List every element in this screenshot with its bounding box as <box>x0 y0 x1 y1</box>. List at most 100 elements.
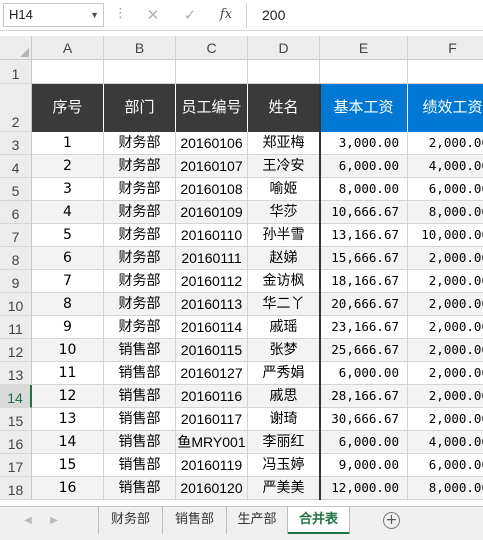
grid-cell[interactable] <box>248 60 320 84</box>
table-cell[interactable]: 财务部 <box>104 178 176 201</box>
table-cell[interactable]: 20160107 <box>176 155 248 178</box>
table-cell[interactable]: 财务部 <box>104 201 176 224</box>
table-cell[interactable]: 财务部 <box>104 293 176 316</box>
table-cell[interactable]: 15,666.67 <box>320 247 408 270</box>
grid-cell[interactable] <box>320 60 408 84</box>
table-cell[interactable]: 6,000.00 <box>320 431 408 454</box>
table-cell[interactable]: 13,166.67 <box>320 224 408 247</box>
table-cell[interactable]: 9,000.00 <box>320 454 408 477</box>
table-cell[interactable]: 赵娣 <box>248 247 320 270</box>
table-cell[interactable]: 28,166.67 <box>320 385 408 408</box>
table-cell[interactable]: 销售部 <box>104 362 176 385</box>
table-cell[interactable]: 20160113 <box>176 293 248 316</box>
row-header[interactable]: 17 <box>0 454 32 477</box>
table-cell[interactable]: 2,000.00 <box>408 339 483 362</box>
column-header-b[interactable]: B <box>104 36 176 60</box>
table-cell[interactable]: 2,000.00 <box>408 293 483 316</box>
table-cell[interactable]: 20,666.67 <box>320 293 408 316</box>
table-cell[interactable]: 8 <box>32 293 104 316</box>
next-sheet-icon[interactable]: ▶ <box>44 507 64 535</box>
table-cell[interactable]: 23,166.67 <box>320 316 408 339</box>
worksheet-grid[interactable]: A B C D E F 1 2 3 4 5 6 7 8 9 10 11 12 13 14 15 16 17 18 序号 部门 员工编… <box>0 36 483 502</box>
row-header[interactable]: 8 <box>0 247 32 270</box>
table-cell[interactable]: 喻姬 <box>248 178 320 201</box>
table-cell[interactable]: 7 <box>32 270 104 293</box>
table-cell[interactable]: 20160119 <box>176 454 248 477</box>
table-cell[interactable]: 华莎 <box>248 201 320 224</box>
row-header[interactable]: 16 <box>0 431 32 454</box>
table-cell[interactable]: 鱼MRY001 <box>176 431 248 454</box>
table-header-cell[interactable]: 序号 <box>32 84 104 132</box>
table-cell[interactable]: 严美美 <box>248 477 320 500</box>
table-cell[interactable]: 孙半雪 <box>248 224 320 247</box>
table-cell[interactable]: 6,000.00 <box>320 155 408 178</box>
table-cell[interactable]: 财务部 <box>104 132 176 155</box>
table-cell[interactable]: 20160108 <box>176 178 248 201</box>
table-cell[interactable]: 3 <box>32 178 104 201</box>
row-header[interactable]: 11 <box>0 316 32 339</box>
table-cell[interactable]: 8,000.00 <box>408 201 483 224</box>
table-cell[interactable]: 12 <box>32 385 104 408</box>
table-cell[interactable]: 8,000.00 <box>320 178 408 201</box>
table-cell[interactable]: 财务部 <box>104 155 176 178</box>
table-cell[interactable]: 8,000.00 <box>408 477 483 500</box>
table-cell[interactable]: 2,000.00 <box>408 247 483 270</box>
table-cell[interactable]: 2 <box>32 155 104 178</box>
grid-cell[interactable] <box>32 60 104 84</box>
table-cell[interactable]: 6,000.00 <box>408 178 483 201</box>
table-cell[interactable]: 严秀娟 <box>248 362 320 385</box>
row-header[interactable]: 3 <box>0 132 32 155</box>
table-header-cell[interactable]: 部门 <box>104 84 176 132</box>
row-header[interactable]: 6 <box>0 201 32 224</box>
row-header[interactable]: 10 <box>0 293 32 316</box>
table-cell[interactable]: 10,666.67 <box>320 201 408 224</box>
table-cell[interactable]: 2,000.00 <box>408 408 483 431</box>
table-cell[interactable]: 财务部 <box>104 270 176 293</box>
table-cell[interactable]: 16 <box>32 477 104 500</box>
row-header[interactable]: 1 <box>0 60 32 84</box>
sheet-tab[interactable]: 生产部 <box>227 507 288 534</box>
column-header-a[interactable]: A <box>32 36 104 60</box>
row-header[interactable]: 5 <box>0 178 32 201</box>
table-cell[interactable]: 冯玉婷 <box>248 454 320 477</box>
table-cell[interactable]: 6,000.00 <box>408 454 483 477</box>
table-cell[interactable]: 华二丫 <box>248 293 320 316</box>
table-cell[interactable]: 2,000.00 <box>408 385 483 408</box>
row-header[interactable]: 18 <box>0 477 32 500</box>
table-cell[interactable]: 20160111 <box>176 247 248 270</box>
row-header[interactable]: 12 <box>0 339 32 362</box>
table-cell[interactable]: 25,666.67 <box>320 339 408 362</box>
insert-function-button[interactable]: fx <box>214 4 238 26</box>
table-cell[interactable]: 2,000.00 <box>408 362 483 385</box>
table-cell[interactable]: 2,000.00 <box>408 270 483 293</box>
row-header[interactable]: 9 <box>0 270 32 293</box>
table-cell[interactable]: 销售部 <box>104 385 176 408</box>
prev-sheet-icon[interactable]: ◀ <box>18 507 38 535</box>
table-cell[interactable]: 30,666.67 <box>320 408 408 431</box>
confirm-icon[interactable]: ✓ <box>179 5 201 25</box>
table-cell[interactable]: 11 <box>32 362 104 385</box>
table-header-cell[interactable]: 绩效工资 <box>408 84 483 132</box>
row-header[interactable]: 13 <box>0 362 32 385</box>
column-header-d[interactable]: D <box>248 36 320 60</box>
table-cell[interactable]: 郑亚梅 <box>248 132 320 155</box>
table-cell[interactable]: 王冷安 <box>248 155 320 178</box>
table-cell[interactable]: 20160115 <box>176 339 248 362</box>
grid-cell[interactable] <box>104 60 176 84</box>
table-cell[interactable]: 20160109 <box>176 201 248 224</box>
table-cell[interactable]: 谢琦 <box>248 408 320 431</box>
table-cell[interactable]: 销售部 <box>104 339 176 362</box>
row-header[interactable]: 14 <box>0 385 32 408</box>
table-cell[interactable]: 20160110 <box>176 224 248 247</box>
table-cell[interactable]: 张梦 <box>248 339 320 362</box>
formula-input[interactable]: 200 <box>262 3 483 27</box>
sheet-tab[interactable]: 财务部 <box>98 507 163 534</box>
sheet-tab[interactable]: 合并表 <box>288 507 350 535</box>
table-header-cell[interactable]: 姓名 <box>248 84 320 132</box>
table-cell[interactable]: 6 <box>32 247 104 270</box>
more-options-icon[interactable]: ⋮ <box>114 6 127 21</box>
row-header[interactable]: 4 <box>0 155 32 178</box>
table-cell[interactable]: 销售部 <box>104 454 176 477</box>
table-cell[interactable]: 3,000.00 <box>320 132 408 155</box>
sheet-tab[interactable]: 销售部 <box>163 507 227 534</box>
